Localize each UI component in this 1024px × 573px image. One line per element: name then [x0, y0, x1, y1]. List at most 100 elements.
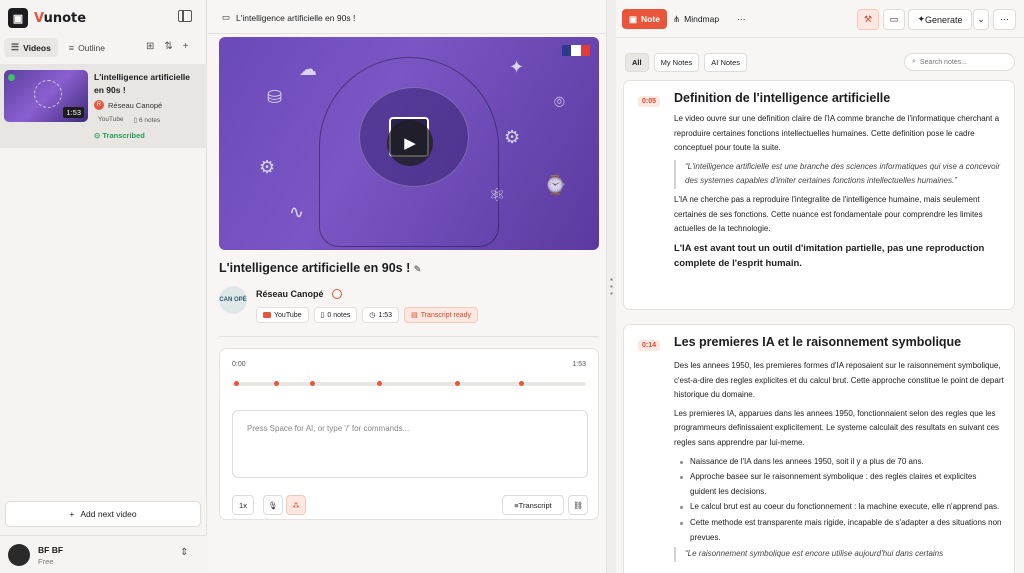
- chevron-down-icon[interactable]: ⌄: [973, 9, 989, 30]
- timeline-note-marker[interactable]: [274, 381, 280, 386]
- note-icon: ▣: [629, 13, 638, 24]
- sidebar-actions: ⊞ ⇅ +: [146, 41, 189, 52]
- video-item-meta: YouTube ▯ 6 notes: [98, 116, 160, 124]
- filter-ai-notes[interactable]: AI Notes: [704, 53, 748, 72]
- ai-sparkle-icon[interactable]: ⁂: [286, 495, 306, 515]
- robot-arm-icon: ⚙: [504, 127, 521, 147]
- generate-button[interactable]: ✦ Generate: [908, 9, 972, 30]
- more-icon[interactable]: ⋯: [993, 9, 1016, 30]
- clock-icon: ◷: [369, 312, 376, 319]
- chevron-updown-icon[interactable]: ⇕: [180, 547, 188, 558]
- filter-my-notes[interactable]: My Notes: [653, 53, 700, 72]
- timestamp-badge[interactable]: 0:05: [638, 96, 661, 107]
- youtube-icon: [263, 312, 271, 318]
- panel-resizer[interactable]: [606, 0, 616, 573]
- note-filters: All My Notes AI Notes: [625, 53, 748, 72]
- speed-button[interactable]: 1x: [232, 495, 254, 515]
- plus-icon[interactable]: +: [183, 41, 189, 52]
- cloud-icon: ☁: [299, 59, 317, 79]
- note-composer: 0:00 1:53 Press Space for AI, or type '/…: [219, 348, 599, 520]
- note-editor[interactable]: Press Space for AI, or type '/' for comm…: [232, 410, 588, 478]
- present-icon[interactable]: ▭: [883, 9, 905, 30]
- list-item: Approche basee sur le raisonnement symbo…: [678, 470, 1004, 499]
- note-title: Definition de l'intelligence artificiell…: [674, 91, 891, 105]
- video-title: L'intelligence artificielle en 90s ! ✎: [219, 261, 422, 275]
- french-flag: [562, 45, 590, 56]
- video-thumbnail: 1:53: [4, 70, 88, 122]
- source-chip[interactable]: YouTube: [256, 307, 309, 323]
- tab-note[interactable]: ▣ Note: [622, 9, 667, 29]
- user-plan: Free: [38, 557, 54, 566]
- logo: ▣ Vunote: [8, 8, 86, 28]
- search-icon: ⌕: [912, 58, 916, 65]
- mic-icon[interactable]: 🎙: [263, 495, 283, 515]
- timeline-note-marker[interactable]: [233, 381, 239, 386]
- sort-icon[interactable]: ⇅: [164, 41, 172, 52]
- editor-placeholder: Press Space for AI, or type '/' for comm…: [247, 424, 410, 433]
- note-card[interactable]: 0:05 Definition de l'intelligence artifi…: [623, 80, 1015, 310]
- app-name: Vunote: [34, 10, 87, 26]
- timeline-note-marker[interactable]: [309, 381, 315, 386]
- list-icon: ☰: [11, 42, 20, 52]
- divider: [219, 336, 599, 337]
- list-item: Cette methode est transparente mais rigi…: [678, 516, 1004, 545]
- note-quote: “L'intelligence artificielle est une bra…: [674, 159, 1004, 189]
- user-name: BF BF: [38, 545, 64, 555]
- search-input[interactable]: ⌕ Search notes...: [904, 53, 1015, 71]
- timeline-note-marker[interactable]: [455, 381, 461, 386]
- folder-icon: ▭: [222, 12, 231, 22]
- avatar: [8, 544, 30, 566]
- divider: [208, 33, 606, 34]
- folder-icon[interactable]: ⊞: [146, 41, 154, 52]
- magic-wand-icon[interactable]: ⚒: [857, 9, 879, 30]
- tab-videos[interactable]: ☰ Videos: [4, 38, 58, 57]
- transcript-button[interactable]: ≡ Transcript: [502, 495, 564, 515]
- note-card[interactable]: 0:14 Les premieres IA et le raisonnement…: [623, 324, 1015, 573]
- notes-chip[interactable]: ▯ 0 notes: [313, 307, 358, 323]
- duration-chip: ◷ 1:53: [362, 307, 400, 323]
- notes-panel: ▣ Note ⋔ Mindmap ⋯ ⚒ ▭ ✦ Generate ⌄ ⋯ All …: [616, 0, 1024, 573]
- timestamp-badge[interactable]: 0:14: [638, 340, 661, 351]
- time-start: 0:00: [232, 361, 246, 368]
- timeline-note-marker[interactable]: [518, 381, 524, 386]
- tab-outline[interactable]: ≡ Outline: [62, 38, 112, 57]
- timeline-track[interactable]: [232, 381, 586, 386]
- video-player[interactable]: ⛁ ☁ ✦ ⌾ ⚙ ⚛ ⌚ ⚙ ∿ ▶: [219, 37, 599, 250]
- sparkle-icon: ✦: [917, 14, 925, 24]
- note-body: Le video ouvre sur une definition claire…: [674, 112, 1004, 275]
- tab-mindmap[interactable]: ⋔ Mindmap: [666, 9, 726, 29]
- video-chips: YouTube ▯ 0 notes ◷ 1:53 ▤ Transcript ready: [256, 307, 479, 323]
- timeline-note-marker[interactable]: [377, 381, 383, 386]
- database-icon: ⛁: [267, 87, 283, 107]
- source-label: YouTube: [98, 116, 124, 123]
- filter-all[interactable]: All: [625, 53, 649, 72]
- channel-name[interactable]: Réseau Canopé: [256, 289, 324, 299]
- add-next-video-button[interactable]: + Add next video: [5, 501, 201, 527]
- note-icon: ▯: [320, 312, 325, 319]
- sidebar-tabs: ☰ Videos ≡ Outline: [4, 38, 112, 57]
- list-item: Le calcul brut est au coeur du fonctionn…: [678, 500, 1004, 515]
- channel-logo: CAN OPÉ: [219, 286, 247, 314]
- video-panel: ▭ L'intelligence artificielle en 90s ! ⛁ …: [208, 0, 606, 573]
- video-item-channel: R Réseau Canopé: [94, 100, 162, 110]
- transcript-chip[interactable]: ▤ Transcript ready: [404, 307, 479, 323]
- status-dot: [8, 74, 15, 81]
- app: ▣ Vunote ☰ Videos ≡ Outline ⊞ ⇅ + 1:53 L'i…: [0, 0, 1024, 573]
- transcribed-badge: ⊙ Transcribed: [94, 131, 145, 140]
- drag-handle-icon[interactable]: [610, 276, 613, 298]
- note-paragraph: Des les annees 1950, les premieres forme…: [674, 361, 1004, 400]
- play-icon[interactable]: ▶: [387, 120, 433, 166]
- notes-toolbar: ▣ Note ⋔ Mindmap ⋯ ⚒ ▭ ✦ Generate ⌄ ⋯: [616, 0, 1024, 38]
- user-menu[interactable]: BF BF Free ⇕: [0, 535, 207, 573]
- link-icon[interactable]: ⛓: [568, 495, 588, 515]
- panel-collapse-icon[interactable]: [178, 10, 192, 22]
- list-item: Naissance de l'IA dans les annees 1950, …: [678, 455, 1004, 470]
- edit-icon[interactable]: ✎: [414, 264, 422, 274]
- note-paragraph: Le video ouvre sur une definition claire…: [674, 114, 1000, 153]
- logo-icon: ▣: [8, 8, 28, 28]
- thumbnail-duration: 1:53: [63, 107, 84, 118]
- sidebar: ▣ Vunote ☰ Videos ≡ Outline ⊞ ⇅ + 1:53 L'i…: [0, 0, 207, 573]
- more-icon[interactable]: ⋯: [730, 9, 753, 29]
- smartwatch-icon: ⌚: [544, 175, 567, 195]
- mindmap-icon: ⋔: [673, 13, 681, 24]
